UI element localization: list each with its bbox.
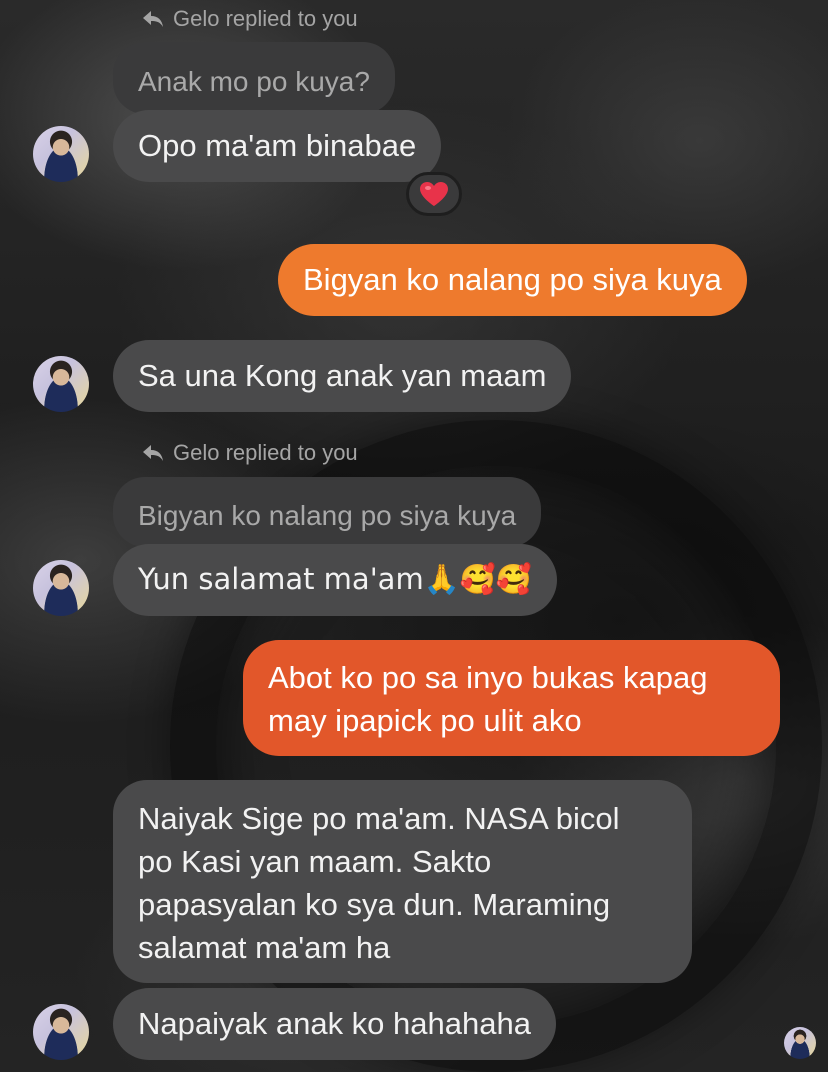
heart-icon — [420, 182, 448, 206]
avatar[interactable] — [33, 1004, 89, 1060]
message-line: Naiyak Sige po ma'am. NASA bicol — [138, 801, 620, 836]
avatar[interactable] — [33, 560, 89, 616]
seen-receipt-avatar — [784, 1027, 816, 1059]
reply-note: Gelo replied to you — [141, 6, 358, 32]
message-line: po Kasi yan maam. Sakto — [138, 844, 492, 879]
incoming-message[interactable]: Naiyak Sige po ma'am. NASA bicol po Kasi… — [113, 780, 692, 983]
outgoing-message[interactable]: Abot ko po sa inyo bukas kapag may ipapi… — [243, 640, 780, 756]
incoming-message[interactable]: Napaiyak anak ko hahahaha — [113, 988, 556, 1060]
outgoing-message[interactable]: Bigyan ko nalang po siya kuya — [278, 244, 747, 316]
message-line: salamat ma'am ha — [138, 930, 391, 965]
quoted-message[interactable]: Anak mo po kuya? — [113, 42, 395, 114]
avatar[interactable] — [33, 356, 89, 412]
reply-note-text: Gelo replied to you — [173, 440, 358, 465]
message-line: may ipapick po ulit ako — [268, 703, 582, 738]
reply-note-text: Gelo replied to you — [173, 6, 358, 31]
avatar[interactable] — [33, 126, 89, 182]
incoming-message[interactable]: Sa una Kong anak yan maam — [113, 340, 572, 412]
reply-arrow-icon — [143, 11, 163, 27]
message-line: Abot ko po sa inyo bukas kapag — [268, 660, 708, 695]
message-line: papasyalan ko sya dun. Maraming — [138, 887, 611, 922]
reply-note: Gelo replied to you — [141, 440, 358, 466]
reaction-badge[interactable] — [406, 172, 462, 216]
incoming-message[interactable]: Opo ma'am binabae — [113, 110, 442, 182]
incoming-message[interactable]: Yun salamat ma'am🙏🥰🥰 — [113, 544, 558, 616]
quoted-message[interactable]: Bigyan ko nalang po siya kuya — [113, 477, 542, 547]
reply-arrow-icon — [143, 445, 163, 461]
